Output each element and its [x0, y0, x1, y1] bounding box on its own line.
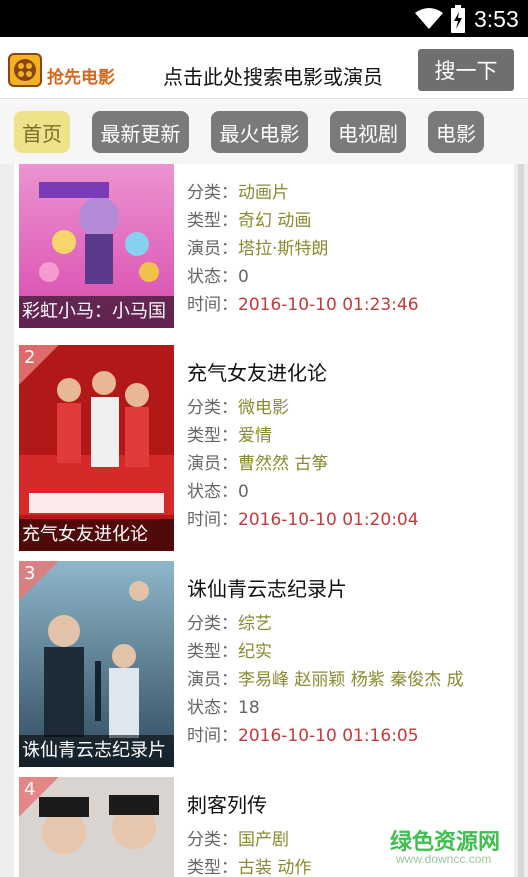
item-title[interactable]: 刺客列传 [187, 789, 267, 818]
type-value: 纪实 [238, 642, 272, 662]
time-value: 2016-10-10 01:23:46 [238, 295, 419, 315]
category-value: 国产剧 [238, 830, 289, 850]
category-label: 分类： [187, 398, 238, 418]
watermark-url: www.downcc.com [396, 852, 492, 866]
movie-list-area[interactable]: 彩虹小马：小马国 分类：动画片 类型：奇幻 动画 演员：塔拉·斯特朗 状态：0 … [0, 164, 528, 877]
item-type: 类型：古装 动作 [187, 853, 311, 877]
status-label: 状态： [187, 267, 238, 287]
type-label: 类型： [187, 426, 238, 446]
poster-image[interactable]: 4 [19, 777, 174, 877]
time-label: 时间： [187, 510, 238, 530]
status-value: 0 [238, 482, 249, 502]
list-item[interactable]: 2 充气女友进化论 充气女友进化论 分类：微电影 类型：爱情 演员：曹然然 古筝… [14, 345, 514, 561]
list-item[interactable]: 彩虹小马：小马国 分类：动画片 类型：奇幻 动画 演员：塔拉·斯特朗 状态：0 … [14, 164, 514, 338]
item-type: 类型：爱情 [187, 421, 272, 446]
item-status: 状态：0 [187, 262, 249, 287]
time-label: 时间： [187, 726, 238, 746]
item-category: 分类：动画片 [187, 178, 289, 203]
item-category: 分类：微电影 [187, 393, 289, 418]
movie-list: 彩虹小马：小马国 分类：动画片 类型：奇幻 动画 演员：塔拉·斯特朗 状态：0 … [14, 164, 514, 877]
category-label: 分类： [187, 614, 238, 634]
poster-image[interactable]: 2 充气女友进化论 [19, 345, 174, 551]
actors-label: 演员： [187, 454, 238, 474]
actors-value: 塔拉·斯特朗 [238, 239, 329, 259]
type-label: 类型： [187, 642, 238, 662]
category-label: 分类： [187, 183, 238, 203]
type-label: 类型： [187, 858, 238, 877]
item-actors: 演员：曹然然 古筝 [187, 449, 328, 474]
actors-value: 曹然然 古筝 [238, 454, 329, 474]
tab-hottest[interactable]: 最火电影 [211, 111, 308, 153]
status-bar: 3:53 [0, 0, 528, 37]
item-time: 时间：2016-10-10 01:16:05 [187, 721, 419, 746]
search-button[interactable]: 搜一下 [418, 49, 514, 91]
category-value: 动画片 [238, 183, 289, 203]
nav-bar: 首页 最新更新 最火电影 电视剧 电影 [0, 100, 528, 164]
category-value: 微电影 [238, 398, 289, 418]
status-label: 状态： [187, 698, 238, 718]
category-label: 分类： [187, 830, 238, 850]
item-status: 状态：0 [187, 477, 249, 502]
actors-label: 演员： [187, 670, 238, 690]
time-value: 2016-10-10 01:20:04 [238, 510, 419, 530]
item-category: 分类：国产剧 [187, 825, 289, 850]
wifi-icon [415, 8, 443, 29]
time-label: 时间： [187, 295, 238, 315]
item-title[interactable]: 诛仙青云志纪录片 [187, 573, 347, 602]
tab-tv-series[interactable]: 电视剧 [330, 111, 406, 153]
type-label: 类型： [187, 211, 238, 231]
search-input[interactable]: 点击此处搜索电影或演员 [163, 61, 383, 90]
item-time: 时间：2016-10-10 01:23:46 [187, 290, 419, 315]
battery-icon [451, 5, 465, 33]
scrollbar[interactable] [518, 164, 524, 877]
tab-latest[interactable]: 最新更新 [92, 111, 189, 153]
item-time: 时间：2016-10-10 01:20:04 [187, 505, 419, 530]
list-item[interactable]: 3 诛仙青云志纪录片 诛仙青云志纪录片 分类：综艺 类型：纪实 演员：李易峰 赵… [14, 561, 514, 777]
tab-movies[interactable]: 电影 [428, 111, 484, 153]
status-value: 0 [238, 267, 249, 287]
poster-image[interactable]: 彩虹小马：小马国 [19, 164, 174, 328]
category-value: 综艺 [238, 614, 272, 634]
tab-home[interactable]: 首页 [14, 111, 70, 153]
time-value: 2016-10-10 01:16:05 [238, 726, 419, 746]
item-category: 分类：综艺 [187, 609, 272, 634]
rank-number: 4 [24, 779, 36, 800]
item-actors: 演员：塔拉·斯特朗 [187, 234, 328, 259]
actors-label: 演员： [187, 239, 238, 259]
poster-caption: 诛仙青云志纪录片 [19, 735, 174, 767]
actors-value: 李易峰 赵丽颖 杨紫 秦俊杰 成 [238, 670, 464, 690]
poster-caption: 充气女友进化论 [19, 519, 174, 551]
item-type: 类型：奇幻 动画 [187, 206, 311, 231]
status-time: 3:53 [474, 6, 519, 32]
rank-number: 3 [24, 563, 36, 584]
poster-caption: 彩虹小马：小马国 [19, 296, 174, 328]
app-header: 抢先电影 点击此处搜索电影或演员 搜一下 [0, 37, 528, 99]
poster-image[interactable]: 3 诛仙青云志纪录片 [19, 561, 174, 767]
item-title[interactable]: 充气女友进化论 [187, 357, 327, 386]
item-status: 状态：18 [187, 693, 260, 718]
item-actors: 演员：李易峰 赵丽颖 杨紫 秦俊杰 成 [187, 665, 464, 690]
rank-number: 2 [24, 347, 36, 368]
app-logo-icon [8, 53, 42, 87]
status-label: 状态： [187, 482, 238, 502]
app-name: 抢先电影 [47, 68, 115, 88]
type-value: 爱情 [238, 426, 272, 446]
type-value: 奇幻 动画 [238, 211, 312, 231]
type-value: 古装 动作 [238, 858, 312, 877]
item-type: 类型：纪实 [187, 637, 272, 662]
status-value: 18 [238, 698, 260, 718]
